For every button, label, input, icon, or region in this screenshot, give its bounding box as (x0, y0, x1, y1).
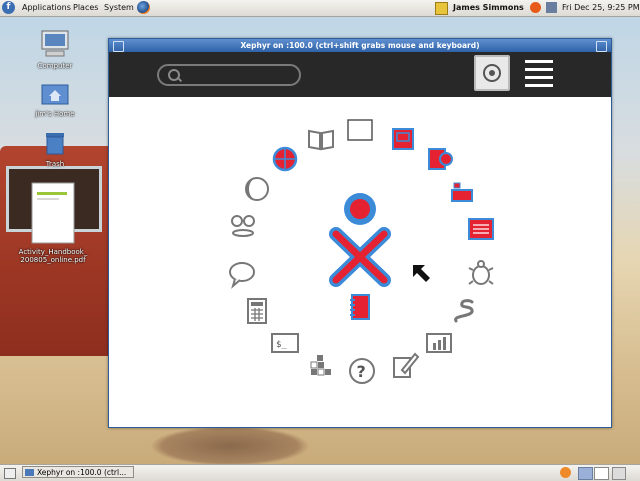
pdf-label: Activity_Handbook_200805_online.pdf (18, 248, 88, 264)
clock[interactable]: Fri Dec 25, 9:25 PM (562, 2, 640, 14)
window-titlebar[interactable]: Xephyr on :100.0 (ctrl+shift grabs mouse… (109, 39, 611, 52)
blank-document-icon[interactable] (345, 116, 375, 146)
top-panel: f Applications Places System James Simmo… (0, 0, 640, 17)
xephyr-window: Xephyr on :100.0 (ctrl+shift grabs mouse… (108, 38, 612, 428)
home-folder-icon (41, 84, 69, 105)
window-menu-icon[interactable] (113, 41, 124, 52)
trash-icon (46, 133, 64, 155)
show-desktop-icon[interactable] (4, 468, 16, 479)
stacked-books-icon[interactable] (448, 177, 478, 207)
pdf-desktop-icon[interactable]: Activity_Handbook_200805_online.pdf (18, 182, 88, 264)
calendar-red-icon[interactable] (388, 124, 418, 154)
foot-image (150, 426, 310, 464)
trash-label: Trash (45, 160, 65, 168)
turtle-art-icon[interactable] (466, 259, 496, 289)
implode-blocks-icon[interactable] (306, 350, 336, 380)
home-view-button[interactable] (474, 55, 510, 91)
bottom-panel: Xephyr on :100.0 (ctrl... (0, 464, 640, 481)
write-pencil-icon[interactable] (390, 350, 420, 380)
home-label: jim's Home (35, 110, 75, 118)
system-menu[interactable]: System (104, 2, 134, 14)
moon-icon[interactable] (242, 174, 272, 204)
xo-buddy-icon[interactable] (324, 192, 396, 292)
update-icon[interactable] (530, 2, 541, 13)
taskbar-item-label: Xephyr on :100.0 (ctrl... (37, 468, 127, 477)
workspace-2-icon[interactable] (594, 467, 609, 480)
firefox-icon[interactable] (137, 1, 150, 14)
home-desktop-icon[interactable]: jim's Home (20, 80, 90, 118)
bookshelf-icon[interactable] (466, 214, 496, 244)
search-input[interactable] (157, 64, 301, 86)
firefox-tray-icon[interactable] (560, 467, 571, 478)
svg-text:?: ? (357, 362, 366, 381)
window-title: Xephyr on :100.0 (ctrl+shift grabs mouse… (240, 41, 480, 50)
search-icon (168, 69, 180, 81)
workspace-1-icon[interactable] (578, 467, 593, 480)
home-canvas: $_ ? (109, 97, 611, 427)
svg-text:$_: $_ (276, 340, 287, 350)
places-menu[interactable]: Places (73, 2, 98, 14)
fedora-logo-icon[interactable]: f (2, 1, 15, 14)
terminal-icon[interactable]: $_ (270, 328, 300, 358)
window-thumbnail-icon (25, 469, 34, 476)
trash-desktop-icon[interactable]: Trash (20, 130, 90, 168)
computer-icon (41, 30, 69, 57)
taskbar-item-xephyr[interactable]: Xephyr on :100.0 (ctrl... (22, 466, 134, 478)
speak-face-icon[interactable] (228, 211, 258, 241)
help-question-icon[interactable]: ? (347, 356, 377, 386)
web-book-icon[interactable] (425, 144, 455, 174)
book-reader-icon[interactable] (306, 124, 336, 154)
applications-menu[interactable]: Applications (22, 2, 71, 14)
computer-label: Computer (37, 62, 73, 70)
chat-bubble-icon[interactable] (227, 259, 257, 289)
analyze-chart-icon[interactable] (424, 328, 454, 358)
computer-desktop-icon[interactable]: Computer (20, 30, 90, 70)
sugar-toolbar (109, 52, 611, 97)
journal-red-icon[interactable] (345, 292, 375, 322)
network-icon[interactable] (546, 2, 557, 13)
user-name[interactable]: James Simmons (453, 2, 524, 14)
pippy-snake-icon[interactable] (450, 297, 480, 327)
list-view-button[interactable] (525, 60, 553, 88)
calculator-icon[interactable] (242, 296, 272, 326)
notes-icon[interactable] (435, 2, 448, 15)
pdf-document-icon (31, 182, 75, 244)
browse-globe-icon[interactable] (270, 144, 300, 174)
mouse-pointer-icon (413, 265, 430, 282)
trash-applet-icon[interactable] (612, 467, 626, 480)
close-icon[interactable] (596, 41, 607, 52)
